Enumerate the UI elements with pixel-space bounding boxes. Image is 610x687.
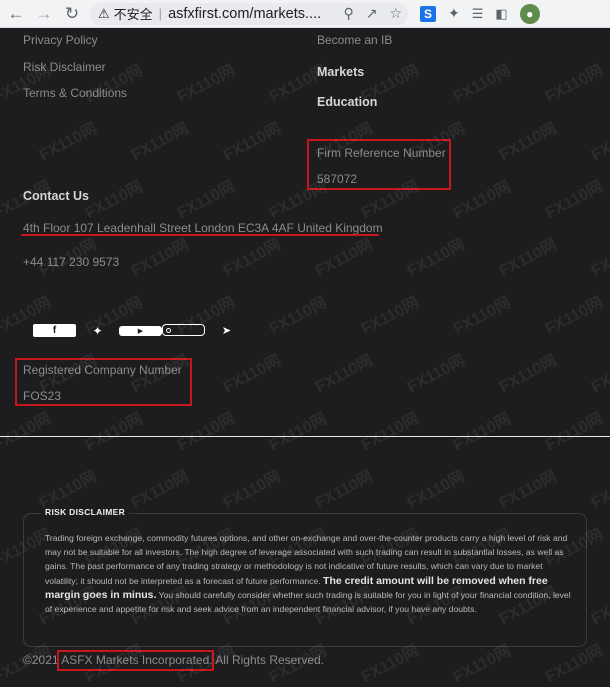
watermark-text: FX110网	[542, 294, 606, 339]
media-control-icon[interactable]: ☰	[472, 6, 484, 22]
watermark-text: FX110网	[266, 410, 330, 455]
contact-heading: Contact Us	[23, 189, 89, 203]
watermark-text: FX110网	[82, 178, 146, 223]
watermark-text: FX110网	[404, 236, 468, 281]
watermark-text: FX110网	[588, 352, 610, 397]
telegram-icon[interactable]: ➤	[205, 324, 248, 337]
address-text: 4th Floor 107 Leadenhall Street London E…	[23, 221, 383, 235]
back-arrow-icon[interactable]: ←	[4, 2, 28, 26]
watermark-text: FX110网	[36, 120, 100, 165]
watermark-text: FX110网	[36, 468, 100, 513]
risk-disclaimer-title: RISK DISCLAIMER	[41, 507, 130, 517]
watermark-text: FX110网	[450, 62, 514, 107]
become-ib-link[interactable]: Become an IB	[317, 33, 392, 47]
watermark-text: FX110网	[358, 410, 422, 455]
watermark-text: FX110网	[358, 294, 422, 339]
firm-reference-highlight-box	[307, 139, 451, 190]
profile-avatar-icon[interactable]: ●	[519, 3, 540, 24]
reload-icon[interactable]: ↻	[60, 2, 84, 26]
copyright-prefix: ©2021	[23, 653, 59, 667]
watermark-text: FX110网	[174, 410, 238, 455]
education-link[interactable]: Education	[317, 95, 377, 109]
watermark-text: FX110网	[404, 468, 468, 513]
watermark-text: FX110网	[588, 468, 610, 513]
watermark-text: FX110网	[128, 468, 192, 513]
watermark-text: FX110网	[266, 294, 330, 339]
side-panel-icon[interactable]: ◧	[495, 6, 507, 22]
watermark-text: FX110网	[312, 352, 376, 397]
watermark-text: FX110网	[496, 236, 560, 281]
section-divider	[0, 436, 610, 437]
watermark-text: FX110网	[128, 236, 192, 281]
watermark-text: FX110网	[312, 236, 376, 281]
instagram-icon[interactable]	[162, 324, 205, 336]
watermark-text: FX110网	[174, 178, 238, 223]
watermark-text: FX110网	[450, 294, 514, 339]
watermark-text: FX110网	[220, 120, 284, 165]
watermark-text: FX110网	[450, 178, 514, 223]
risk-disclaimer-link[interactable]: Risk Disclaimer	[23, 60, 106, 74]
watermark-text: FX110网	[128, 120, 192, 165]
browser-toolbar: ← → ↻ ⚠ 不安全 | asfxfirst.com/markets.... …	[0, 0, 610, 28]
forward-arrow-icon[interactable]: →	[32, 2, 56, 26]
watermark-text: FX110网	[174, 62, 238, 107]
social-links: f ✦ ▶ ➤	[33, 324, 248, 338]
security-label[interactable]: 不安全	[114, 4, 153, 23]
share-icon[interactable]: ↗	[366, 5, 378, 22]
registered-company-highlight-box	[15, 358, 192, 406]
extension-s-icon[interactable]: S	[420, 5, 436, 22]
url-separator: |	[158, 6, 163, 21]
copyright-suffix: All Rights Reserved.	[215, 653, 325, 667]
facebook-icon[interactable]: f	[33, 324, 76, 337]
phone-number[interactable]: +44 117 230 9573	[23, 255, 119, 269]
watermark-text: FX110网	[0, 410, 54, 455]
zoom-icon[interactable]: ⚲	[343, 5, 353, 22]
watermark-text: FX110网	[542, 410, 606, 455]
watermark-text: FX110网	[312, 468, 376, 513]
risk-disclaimer-body: Trading foreign exchange, commodity futu…	[45, 531, 575, 616]
watermark-text: FX110网	[496, 120, 560, 165]
watermark-text: FX110网	[542, 62, 606, 107]
markets-link[interactable]: Markets	[317, 65, 364, 79]
watermark-text: FX110网	[588, 584, 610, 629]
watermark-text: FX110网	[496, 468, 560, 513]
watermark-text: FX110网	[220, 468, 284, 513]
bookmark-star-icon[interactable]: ☆	[389, 5, 402, 22]
watermark-text: FX110网	[82, 410, 146, 455]
watermark-text: FX110网	[220, 236, 284, 281]
terms-conditions-link[interactable]: Terms & Conditions	[23, 86, 127, 100]
youtube-icon[interactable]: ▶	[119, 326, 162, 336]
twitter-icon[interactable]: ✦	[76, 324, 119, 338]
address-bar[interactable]: ⚠ 不安全 | asfxfirst.com/markets.... ⚲ ↗ ☆	[90, 2, 408, 25]
watermark-text: FX110网	[588, 120, 610, 165]
privacy-policy-link[interactable]: Privacy Policy	[23, 33, 98, 47]
url-text[interactable]: asfxfirst.com/markets....	[168, 6, 321, 22]
watermark-text: FX110网	[404, 352, 468, 397]
address-underline	[21, 234, 379, 236]
watermark-text: FX110网	[220, 352, 284, 397]
company-name-highlight-box	[57, 650, 214, 671]
watermark-text: FX110网	[496, 352, 560, 397]
risk-disclaimer-box: RISK DISCLAIMER Trading foreign exchange…	[23, 507, 587, 647]
warning-icon[interactable]: ⚠	[98, 6, 110, 22]
puzzle-extensions-icon[interactable]: ✦	[448, 5, 460, 22]
watermark-text: FX110网	[588, 236, 610, 281]
watermark-text: FX110网	[450, 410, 514, 455]
watermark-text: FX110网	[542, 178, 606, 223]
